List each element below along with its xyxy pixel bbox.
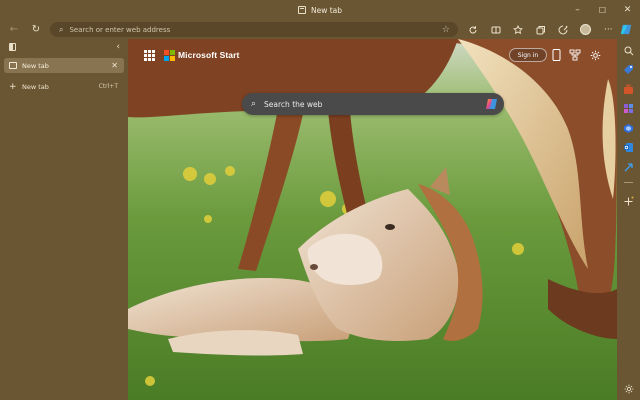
search-icon: ⌕ (251, 99, 257, 109)
close-tab-icon[interactable]: ✕ (111, 61, 118, 70)
logo-square (164, 50, 169, 55)
vertical-tabs-pane: ‹ New tab ✕ + New tab Ctrl+T (0, 39, 128, 400)
copilot-icon[interactable] (620, 23, 633, 36)
browser-toolbar: ← ↻ ⌕ ☆ ··· (0, 20, 640, 39)
refresh-button[interactable]: ↻ (26, 20, 46, 39)
search-icon: ⌕ (59, 24, 64, 34)
window-title-text: New tab (310, 5, 343, 15)
web-search-input[interactable] (264, 99, 465, 109)
title-bar: New tab – ☐ ✕ (0, 0, 640, 20)
sidebar-divider (624, 182, 633, 183)
sign-in-button[interactable]: Sign in (509, 48, 547, 62)
tab-favicon (9, 62, 17, 69)
more-button[interactable]: ··· (597, 20, 620, 39)
window-title: New tab (297, 5, 343, 15)
close-button[interactable]: ✕ (615, 0, 640, 20)
search-icon[interactable] (622, 44, 635, 57)
avatar (580, 24, 592, 35)
address-bar[interactable]: ⌕ ☆ (50, 22, 458, 37)
drop-icon[interactable] (622, 161, 635, 174)
favorite-star-icon[interactable]: ☆ (442, 25, 450, 35)
new-tab-shortcut: Ctrl+T (98, 83, 118, 90)
new-tab-page: Microsoft Start Sign in ⌕ (128, 39, 617, 400)
collections-icon[interactable] (530, 20, 553, 39)
address-input[interactable] (69, 25, 420, 34)
favorites-icon[interactable] (507, 20, 530, 39)
app-launcher-icon[interactable] (144, 50, 155, 61)
tab-new-tab[interactable]: New tab ✕ (4, 58, 124, 73)
web-search-box[interactable]: ⌕ (242, 93, 504, 115)
browser-essentials-icon[interactable] (552, 20, 575, 39)
settings-icon[interactable] (622, 382, 635, 395)
window-controls: – ☐ ✕ (565, 0, 640, 20)
toolbar-icons: ··· (462, 20, 620, 39)
page-settings-icon[interactable] (589, 49, 601, 61)
copilot-icon[interactable] (622, 122, 635, 135)
microsoft-logo-icon (164, 50, 175, 61)
add-icon[interactable] (622, 195, 635, 208)
tools-briefcase-icon[interactable] (622, 83, 635, 96)
logo-square (169, 55, 175, 61)
profile-avatar[interactable] (575, 20, 598, 39)
collapse-pane-icon[interactable]: ‹ (116, 42, 120, 52)
refresh-icon[interactable] (462, 20, 485, 39)
new-tab-button[interactable]: + New tab Ctrl+T (4, 79, 124, 94)
logo-square (164, 55, 169, 61)
shopping-tag-icon[interactable] (622, 63, 635, 76)
pane-header: ‹ (0, 39, 128, 55)
outlook-icon[interactable] (622, 141, 635, 154)
minimize-button[interactable]: – (565, 0, 590, 20)
microsoft-start-logo[interactable]: Microsoft Start (164, 50, 240, 61)
maximize-button[interactable]: ☐ (590, 0, 615, 20)
network-icon[interactable] (569, 49, 581, 61)
plus-icon: + (9, 81, 17, 92)
right-sidebar (617, 39, 640, 400)
copilot-search-icon[interactable] (485, 97, 499, 111)
new-tab-label: New tab (22, 82, 49, 91)
phone-icon[interactable] (550, 49, 562, 61)
tab-actions-icon[interactable] (9, 43, 16, 51)
tab-icon (297, 6, 306, 14)
back-button[interactable]: ← (4, 20, 24, 39)
logo-square (169, 50, 175, 55)
split-screen-icon[interactable] (485, 20, 508, 39)
games-icon[interactable] (622, 102, 635, 115)
tab-label: New tab (22, 61, 49, 70)
brand-name: Microsoft Start (178, 50, 240, 60)
